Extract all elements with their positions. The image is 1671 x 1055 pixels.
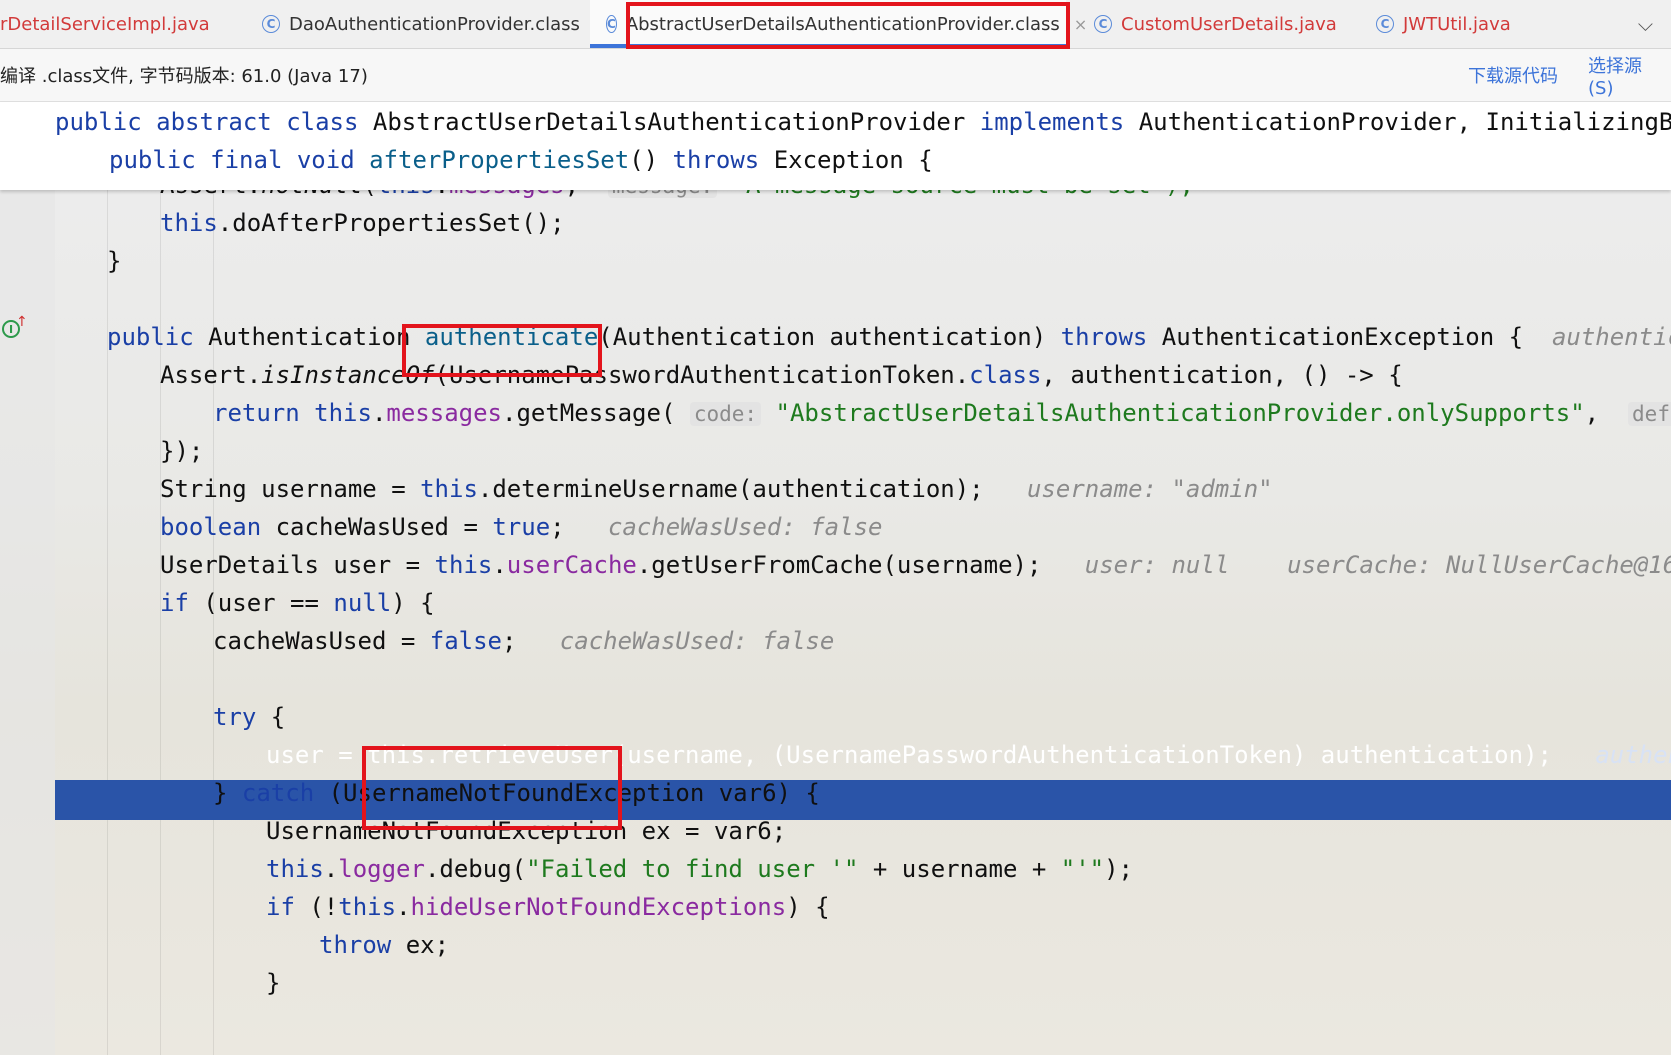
indent-guide bbox=[213, 190, 214, 1055]
code-line[interactable]: Assert.notNull(this.messages, message: "… bbox=[160, 190, 1194, 199]
code-line[interactable]: public Authentication authenticate(Authe… bbox=[107, 323, 1671, 351]
choose-sources-link[interactable]: 选择源 (S) bbox=[1588, 52, 1671, 99]
decompiled-notice-text: 编译 .class文件, 字节码版本: 61.0 (Java 17) bbox=[0, 66, 368, 87]
highlight-box bbox=[362, 746, 622, 830]
code-line[interactable]: }); bbox=[160, 437, 203, 465]
code-line[interactable]: } bbox=[107, 247, 121, 275]
tab-customuserdetails[interactable]: C CustomUserDetails.java bbox=[1094, 0, 1364, 48]
sticky-method-line[interactable]: public final void afterPropertiesSet() t… bbox=[109, 146, 933, 174]
code-line[interactable]: if (!this.hideUserNotFoundExceptions) { bbox=[266, 893, 830, 921]
tab-daoauthenticationprovider[interactable]: C DaoAuthenticationProvider.class bbox=[248, 0, 592, 48]
class-icon: C bbox=[1094, 15, 1112, 33]
class-icon: C bbox=[1376, 15, 1394, 33]
sticky-scope-header: public abstract class AbstractUserDetail… bbox=[0, 102, 1671, 190]
code-line[interactable]: this.logger.debug("Failed to find user '… bbox=[266, 855, 1133, 883]
code-line[interactable]: Assert.isInstanceOf(UsernamePasswordAuth… bbox=[160, 361, 1403, 389]
tab-jwtutil[interactable]: C JWTUtil.java bbox=[1376, 0, 1526, 48]
code-line[interactable]: try { bbox=[213, 703, 285, 731]
highlight-box bbox=[626, 2, 1070, 49]
arrow-up-icon[interactable]: ↑ bbox=[16, 314, 28, 330]
chevron-down-icon[interactable]: ⌵ bbox=[1620, 0, 1671, 48]
tab-label: rDetailServiceImpl.java bbox=[0, 13, 210, 35]
tab-userdetailserviceimpl[interactable]: rDetailServiceImpl.java bbox=[0, 0, 228, 48]
code-line[interactable]: String username = this.determineUsername… bbox=[160, 475, 1273, 503]
tab-label: DaoAuthenticationProvider.class bbox=[289, 13, 580, 35]
code-line[interactable]: cacheWasUsed = false; cacheWasUsed: fals… bbox=[213, 627, 834, 655]
code-line[interactable]: this.doAfterPropertiesSet(); bbox=[160, 209, 565, 237]
code-line[interactable]: throw ex; bbox=[319, 931, 449, 959]
indent-guide bbox=[160, 190, 161, 1055]
tab-label: JWTUtil.java bbox=[1403, 13, 1511, 35]
download-sources-link[interactable]: 下载源代码 bbox=[1468, 62, 1558, 88]
code-line[interactable]: return this.messages.getMessage( code: "… bbox=[213, 399, 1671, 427]
indent-guide bbox=[107, 190, 108, 1055]
decompiled-notice-bar: 编译 .class文件, 字节码版本: 61.0 (Java 17) 下载源代码… bbox=[0, 49, 1671, 102]
highlight-box bbox=[402, 324, 602, 377]
code-line[interactable]: } bbox=[266, 969, 280, 997]
close-icon[interactable]: × bbox=[1074, 15, 1087, 34]
code-line[interactable]: boolean cacheWasUsed = true; cacheWasUse… bbox=[160, 513, 882, 541]
code-editor[interactable]: I ↑ Assert.notNull(this.messages, messag… bbox=[0, 190, 1671, 1055]
class-icon: C bbox=[262, 15, 280, 33]
class-icon: C bbox=[606, 15, 617, 33]
code-line[interactable]: UserDetails user = this.userCache.getUse… bbox=[160, 551, 1671, 579]
tab-label: CustomUserDetails.java bbox=[1121, 13, 1337, 35]
code-line[interactable]: if (user == null) { bbox=[160, 589, 435, 617]
sticky-class-line[interactable]: public abstract class AbstractUserDetail… bbox=[55, 108, 1671, 136]
